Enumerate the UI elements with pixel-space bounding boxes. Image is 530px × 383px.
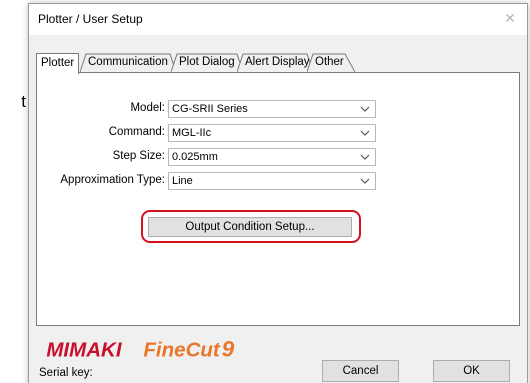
model-label: Model:	[130, 102, 165, 114]
step-size-select[interactable]: 0.025mm	[168, 148, 376, 166]
chevron-down-icon	[360, 106, 370, 112]
serial-key-label: Serial key:	[39, 367, 93, 379]
approximation-type-value: Line	[172, 175, 193, 187]
window-title: Plotter / User Setup	[38, 12, 143, 26]
command-select[interactable]: MGL-IIc	[168, 124, 376, 142]
command-label: Command:	[108, 126, 165, 138]
logo-version-text: 9	[222, 336, 235, 361]
logo-brand-text: MIMAKI	[46, 338, 123, 361]
tab-plot-dialog-label: Plot Dialog	[179, 56, 235, 68]
model-select[interactable]: CG-SRII Series	[168, 100, 376, 118]
plotter-user-setup-dialog: Plotter / User Setup ✕ Plotter Communica…	[28, 3, 528, 383]
ok-button[interactable]: OK	[433, 360, 510, 382]
title-bar: Plotter / User Setup ✕	[29, 4, 527, 35]
tab-other-label: Other	[315, 56, 344, 68]
highlight-annotation	[141, 210, 361, 243]
model-value: CG-SRII Series	[172, 103, 248, 115]
tab-alert-display-label: Alert Display	[245, 56, 310, 68]
chevron-down-icon	[360, 154, 370, 160]
command-label-row: Command:	[37, 124, 165, 142]
step-size-label-row: Step Size:	[37, 148, 165, 166]
step-size-value: 0.025mm	[172, 151, 218, 163]
step-size-label: Step Size:	[112, 150, 165, 162]
tab-other[interactable]: Other	[307, 53, 355, 73]
approximation-type-label-row: Approximation Type:	[37, 172, 165, 190]
chevron-down-icon	[360, 178, 370, 184]
tab-plotter-label: Plotter	[41, 57, 75, 69]
background-partial-text: t	[21, 92, 26, 111]
cancel-button[interactable]: Cancel	[322, 360, 399, 382]
tab-communication[interactable]: Communication	[80, 53, 176, 73]
tab-plotter[interactable]: Plotter	[36, 53, 80, 74]
approximation-type-label: Approximation Type:	[60, 174, 165, 186]
logo-product-text: FineCut	[143, 338, 221, 361]
plotter-tab-panel: Model: CG-SRII Series Command: MGL-IIc S…	[36, 72, 520, 326]
mimaki-finecut-logo: MIMAKI FineCut 9	[46, 336, 235, 361]
tab-plot-dialog[interactable]: Plot Dialog	[171, 53, 243, 73]
tab-alert-display[interactable]: Alert Display	[237, 53, 313, 73]
close-icon[interactable]: ✕	[499, 8, 521, 30]
tab-communication-label: Communication	[88, 56, 168, 68]
chevron-down-icon	[360, 130, 370, 136]
command-value: MGL-IIc	[172, 127, 212, 139]
approximation-type-select[interactable]: Line	[168, 172, 376, 190]
model-label-row: Model:	[37, 100, 165, 118]
